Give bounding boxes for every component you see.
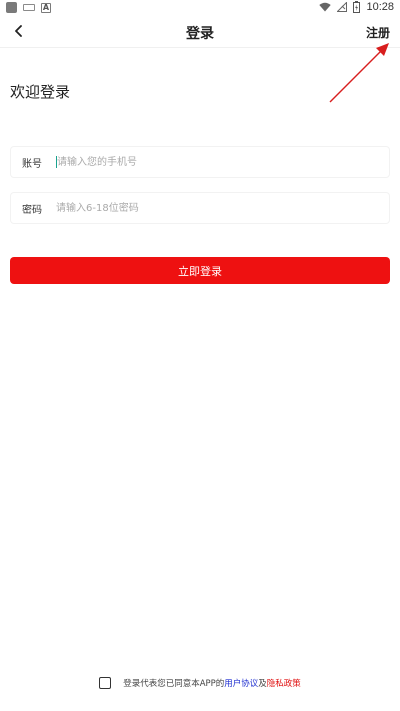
password-field: 密码 xyxy=(10,192,390,224)
a-icon: A xyxy=(41,2,51,13)
keyboard-icon xyxy=(23,4,35,11)
status-time: 10:28 xyxy=(366,1,394,13)
wifi-icon xyxy=(319,2,332,12)
login-button[interactable]: 立即登录 xyxy=(10,257,390,284)
account-input[interactable] xyxy=(57,147,389,177)
battery-icon xyxy=(353,1,361,13)
user-agreement-link[interactable]: 用户协议 xyxy=(224,677,258,689)
agreement-prefix: 登录代表您已同意本APP的 xyxy=(123,679,225,689)
agreement-joiner: 及 xyxy=(258,679,267,689)
status-bar-left: A xyxy=(6,2,51,13)
password-input[interactable] xyxy=(56,193,389,223)
status-bar: A 10:28 xyxy=(0,0,400,16)
annotation-arrow xyxy=(329,43,389,103)
signal-icon xyxy=(337,2,348,12)
privacy-policy-link[interactable]: 隐私政策 xyxy=(267,677,301,689)
password-label: 密码 xyxy=(22,204,42,216)
app-icon xyxy=(6,2,17,13)
welcome-heading: 欢迎登录 xyxy=(10,83,71,101)
agreement-checkbox[interactable] xyxy=(99,677,112,689)
status-bar-right: 10:28 xyxy=(319,1,394,13)
account-field: 账号 xyxy=(10,146,390,178)
account-label: 账号 xyxy=(22,158,42,170)
agreement-row: 登录代表您已同意本APP的 用户协议 及 隐私政策 xyxy=(0,675,400,691)
